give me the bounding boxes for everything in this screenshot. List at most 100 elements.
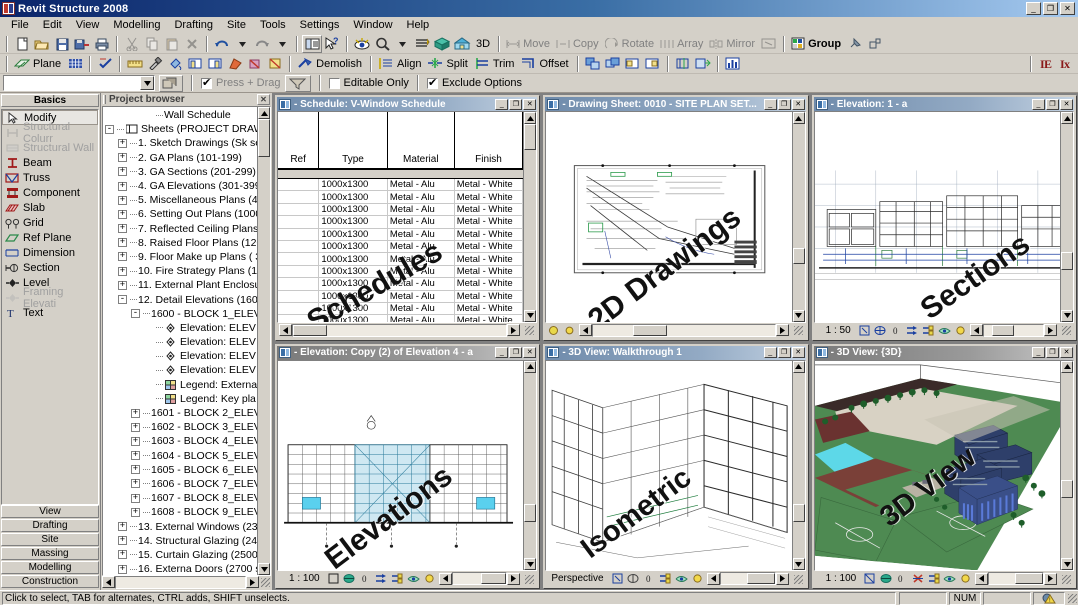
schedule-cell[interactable]: Metal - White <box>455 240 524 253</box>
expand-icon[interactable]: + <box>131 422 140 432</box>
resize-grip[interactable] <box>791 572 804 585</box>
schedule-cell[interactable]: 1000x1300 <box>319 278 388 290</box>
schedule-row[interactable]: 1000x1300 Metal - Alu Metal - White <box>278 228 524 241</box>
reveal-hidden-icon[interactable] <box>938 324 951 337</box>
expand-icon[interactable]: + <box>118 550 127 560</box>
menu-item-edit[interactable]: Edit <box>36 18 69 32</box>
vertical-scrollbar[interactable] <box>791 112 805 322</box>
schedule-cell[interactable]: 1000x1300 <box>319 203 388 216</box>
menu-item-help[interactable]: Help <box>400 18 437 32</box>
design-bar-item-component[interactable]: Component <box>2 185 98 200</box>
close-button[interactable]: ✕ <box>1060 98 1073 110</box>
scroll-thumb[interactable] <box>293 324 327 336</box>
view-window-elevation-1a[interactable]: - Elevation: 1 - a _ ❐ ✕ Sections 1: 50… <box>811 95 1076 340</box>
temporary-hide-icon[interactable] <box>922 324 935 337</box>
view-scale[interactable]: Perspective <box>547 573 607 584</box>
browser-tree-item[interactable]: +1602 - BLOCK 3_ELEVA <box>103 420 257 434</box>
browser-tree-item[interactable]: +8. Raised Floor Plans (1200 <box>103 236 257 250</box>
minimize-button[interactable]: _ <box>763 347 777 358</box>
collapse-icon[interactable]: - <box>131 309 140 319</box>
scroll-right-button[interactable] <box>507 324 521 336</box>
menu-item-settings[interactable]: Settings <box>293 18 347 32</box>
scroll-down-button[interactable] <box>1061 558 1073 570</box>
paste-aligned-icon[interactable] <box>693 55 713 73</box>
minimize-button[interactable]: _ <box>763 98 777 110</box>
cut-icon[interactable] <box>122 35 142 53</box>
scroll-down-button[interactable] <box>1061 309 1073 322</box>
browser-tree-item[interactable]: +1604 - BLOCK 5_ELEVA <box>103 449 257 463</box>
menu-item-file[interactable]: File <box>4 18 36 32</box>
undo-dropdown-icon[interactable] <box>232 35 252 53</box>
paste-icon[interactable] <box>162 35 182 53</box>
default-3d-icon[interactable] <box>452 35 472 53</box>
undo-icon[interactable] <box>212 35 232 53</box>
shadows-icon[interactable] <box>547 324 560 337</box>
design-bar-tab-construction[interactable]: Construction <box>1 575 99 588</box>
browser-tree-item[interactable]: +15. Curtain Glazing (2500 se <box>103 548 257 562</box>
model-graphics-icon[interactable] <box>879 572 892 585</box>
expand-icon[interactable]: + <box>118 167 127 177</box>
schedule-cell[interactable] <box>278 240 320 253</box>
drag-grip-icon[interactable] <box>103 95 106 104</box>
press-drag-checkbox[interactable]: Press + Drag <box>201 76 281 89</box>
type-selector-input[interactable] <box>4 76 138 90</box>
paint-icon[interactable] <box>165 55 185 73</box>
schedule-cell[interactable]: Metal - Alu <box>388 179 455 191</box>
mirror-button[interactable]: Mirror <box>707 35 759 53</box>
crop-region-icon[interactable] <box>863 572 876 585</box>
view-scale[interactable]: 1 : 100 <box>279 573 324 584</box>
scroll-thumb[interactable] <box>258 119 270 157</box>
split-face-icon[interactable] <box>225 55 245 73</box>
press-drag-checkbox-box[interactable] <box>201 76 212 89</box>
rotate-button[interactable]: Rotate <box>603 35 658 53</box>
restore-button[interactable]: ❐ <box>1046 347 1059 358</box>
sun-icon[interactable] <box>691 572 704 585</box>
scroll-thumb[interactable] <box>524 124 537 150</box>
view-scale[interactable]: 1 : 100 <box>816 573 861 584</box>
temporary-hide-icon[interactable] <box>659 572 672 585</box>
print-icon[interactable] <box>92 35 112 53</box>
window-titlebar[interactable]: - Elevation: 1 - a _ ❐ ✕ <box>813 97 1074 111</box>
schedule-cell[interactable]: Metal - White <box>455 253 524 265</box>
scroll-thumb[interactable] <box>792 247 805 264</box>
view3d-canvas[interactable]: 3D View <box>813 359 1074 571</box>
scroll-left-button[interactable] <box>102 576 115 588</box>
schedule-column-header[interactable]: Material <box>388 112 455 168</box>
browser-tree-item[interactable]: +3. GA Sections (201-299) <box>103 165 257 179</box>
browser-tree-item[interactable]: +1608 - BLOCK 9_ELEVA <box>103 505 257 519</box>
group-button[interactable]: Group <box>789 35 845 53</box>
browser-tree-item[interactable]: +1603 - BLOCK 4_ELEVA <box>103 434 257 448</box>
schedule-cell[interactable] <box>278 216 320 228</box>
schedule-row[interactable]: 1000x1300 Metal - Alu Metal - White <box>278 253 524 266</box>
vertical-scrollbar[interactable] <box>1060 360 1073 570</box>
expand-icon[interactable]: + <box>118 536 127 546</box>
schedule-cell[interactable]: 1000x1300 <box>319 216 388 228</box>
browser-tree-item[interactable]: +6. Setting Out Plans (1000 s <box>103 207 257 221</box>
hide-elements-icon[interactable] <box>375 572 388 585</box>
expand-icon[interactable]: + <box>131 451 140 461</box>
schedule-cell[interactable]: 1000x1300 <box>319 179 388 191</box>
scroll-track[interactable] <box>292 323 508 337</box>
scroll-track[interactable] <box>982 323 1044 337</box>
restore-button[interactable]: ❐ <box>1043 2 1058 15</box>
type-selector[interactable] <box>3 75 155 91</box>
menu-item-view[interactable]: View <box>69 18 107 32</box>
schedule-cell[interactable]: 1000x1300 <box>319 302 388 315</box>
scroll-right-button[interactable] <box>775 324 789 336</box>
grid-visibility-icon[interactable] <box>65 55 85 73</box>
schedule-cell[interactable] <box>278 179 320 191</box>
browser-tree-item[interactable]: +1607 - BLOCK 8_ELEVA <box>103 491 257 505</box>
schedule-cell[interactable]: Metal - White <box>455 302 524 315</box>
browser-tree-item[interactable]: - 12. Detail Elevations (1600 s <box>103 292 257 306</box>
demolish-button[interactable]: Demolish <box>295 55 366 73</box>
schedule-cell[interactable] <box>278 253 320 265</box>
shaded-box-icon[interactable] <box>432 35 452 53</box>
schedule-cell[interactable]: 1000x1300 <box>319 253 388 265</box>
schedule-row[interactable]: 1000x1300 Metal - Alu Metal - White <box>278 265 524 279</box>
array-button[interactable]: Array <box>658 35 707 53</box>
elevation-copy-canvas[interactable]: Elevations <box>277 359 538 571</box>
eye-visibility-icon[interactable] <box>352 35 372 53</box>
export-icon[interactable] <box>72 35 92 53</box>
scroll-right-button[interactable] <box>1044 572 1057 585</box>
crop-region-icon[interactable] <box>327 572 340 585</box>
